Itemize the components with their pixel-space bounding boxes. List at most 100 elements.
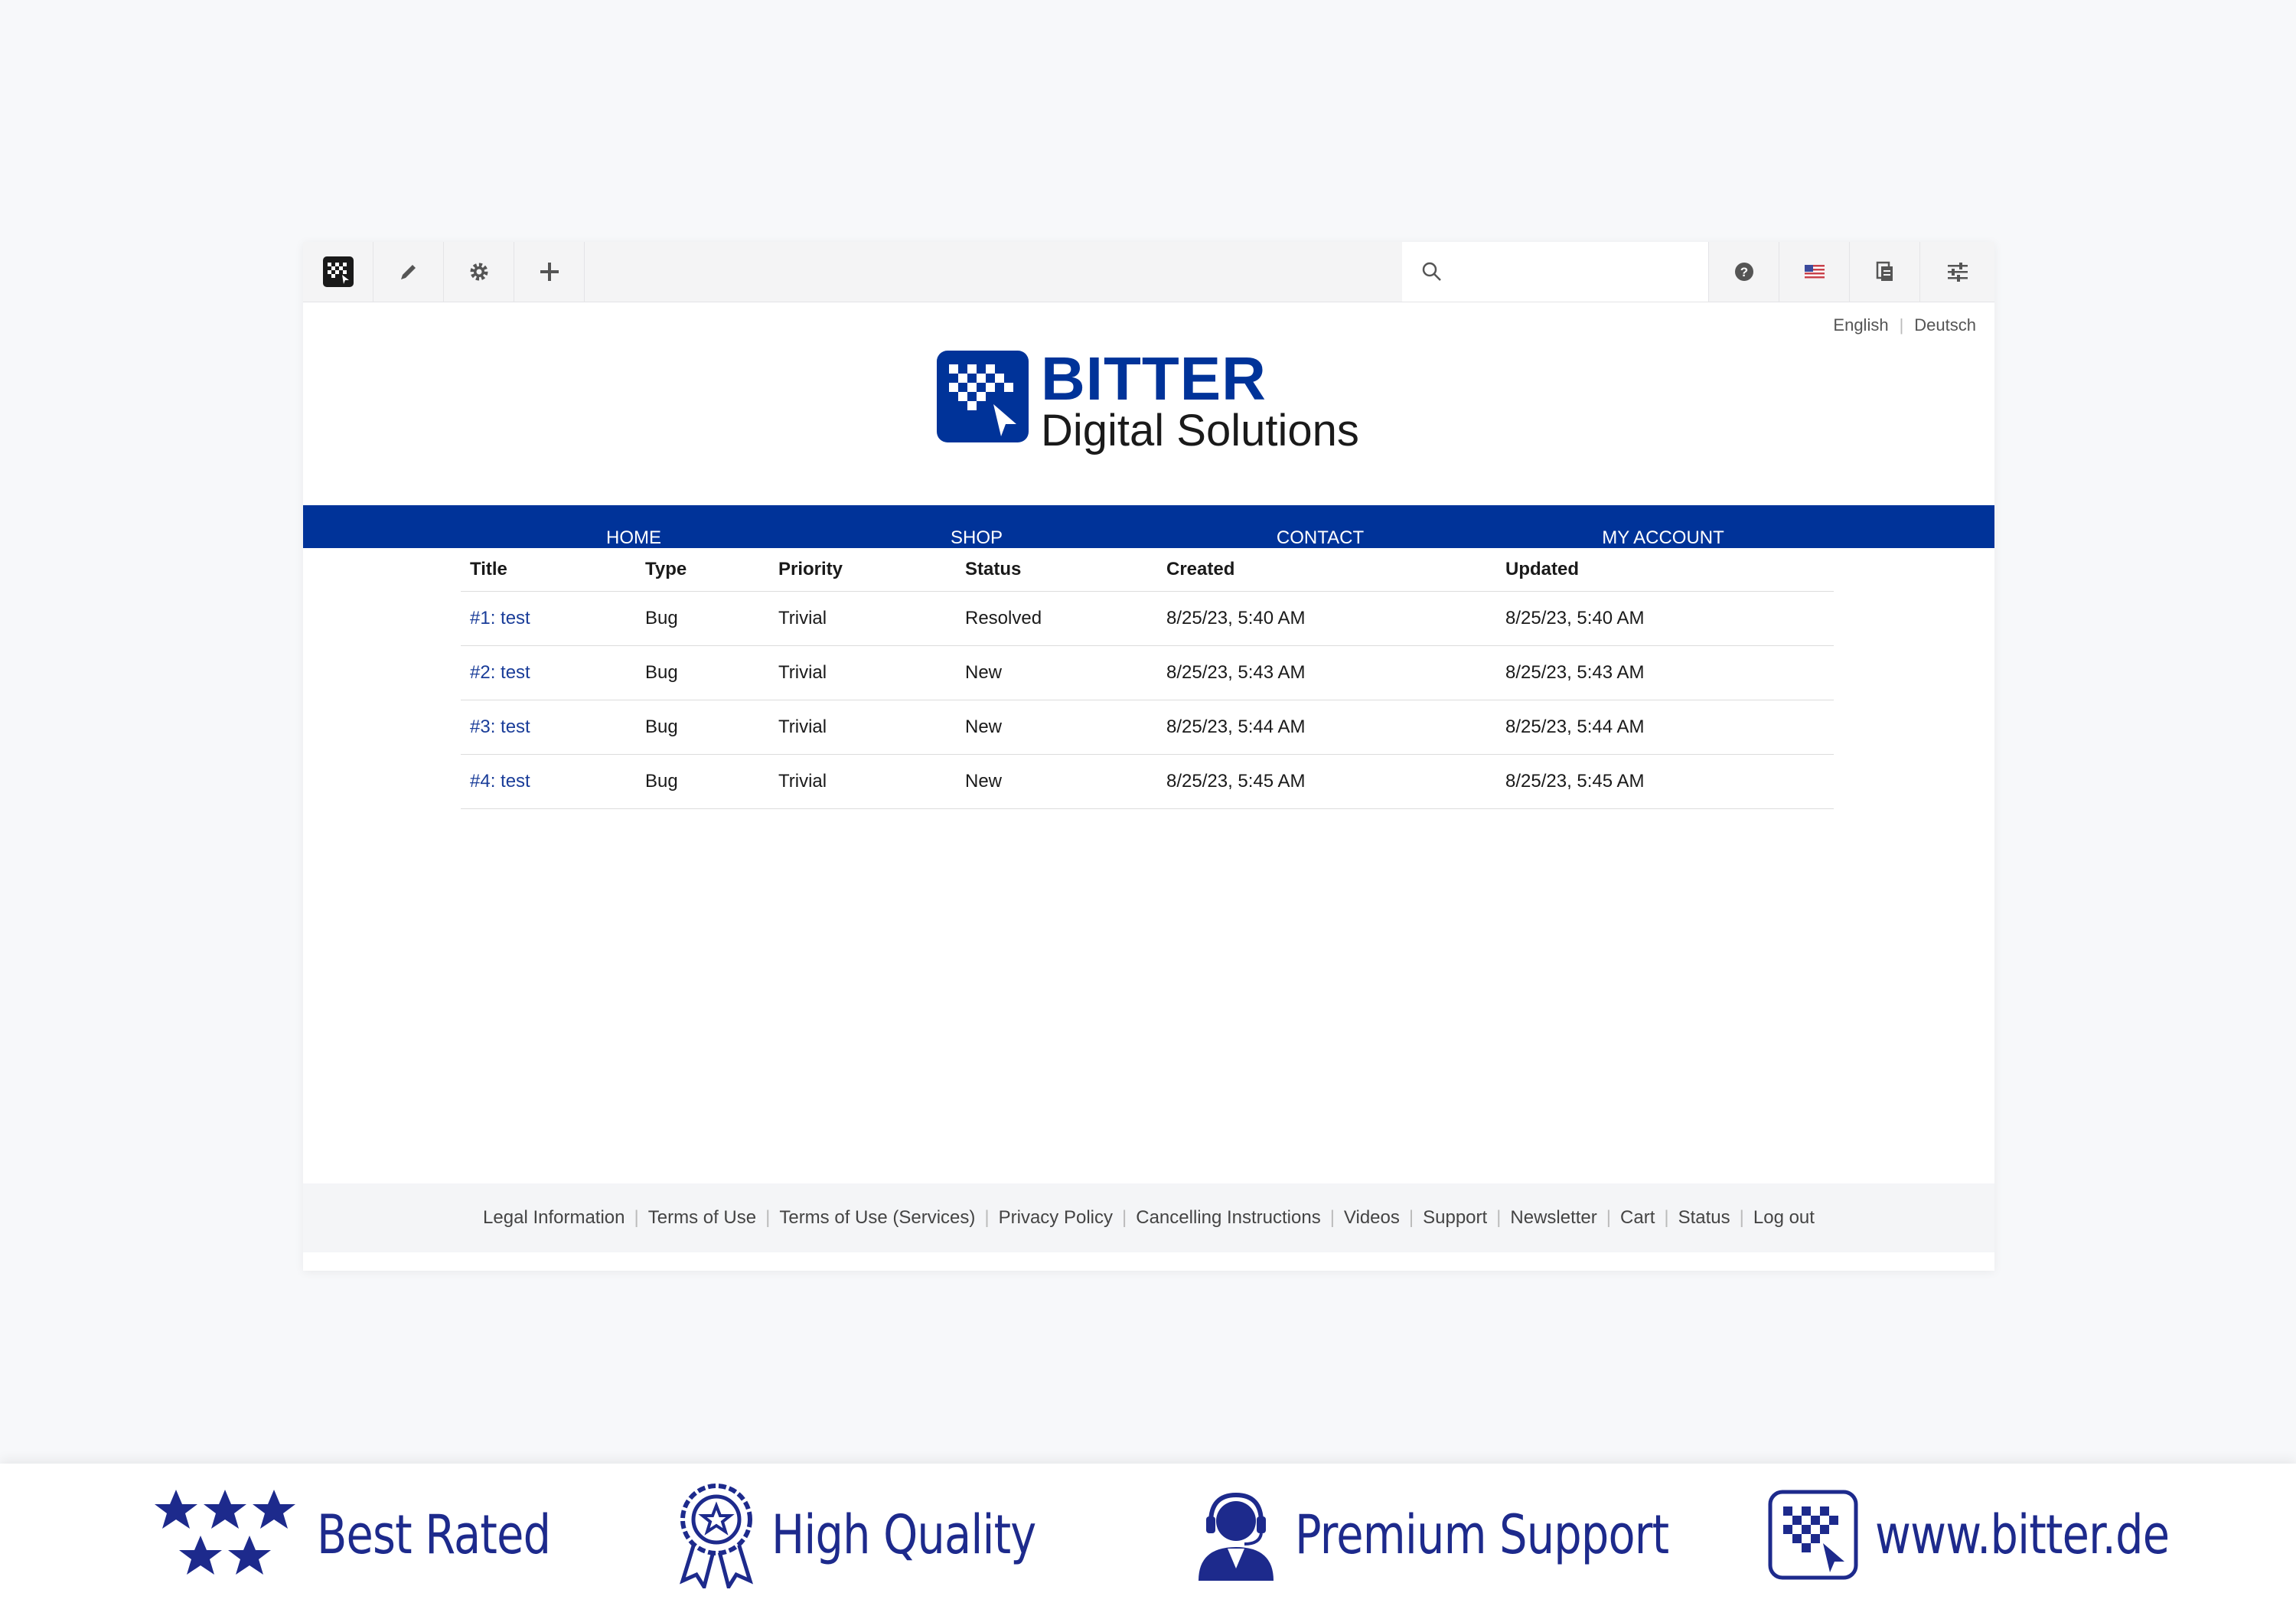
separator: | — [1899, 315, 1904, 335]
language-flag-button[interactable] — [1779, 242, 1849, 302]
language-deutsch-link[interactable]: Deutsch — [1914, 315, 1976, 335]
separator: | — [984, 1207, 990, 1228]
pencil-icon — [400, 265, 416, 279]
us-flag-icon — [1804, 265, 1825, 279]
badge-website[interactable]: www.bitter.de — [1768, 1464, 2234, 1606]
search-icon — [1422, 262, 1441, 281]
add-button[interactable] — [514, 242, 585, 302]
logo-subtitle: Digital Solutions — [1041, 406, 1359, 455]
footer-link-support[interactable]: Support — [1423, 1207, 1487, 1229]
admin-toolbar: ? — [303, 242, 1994, 302]
badge-label[interactable]: www.bitter.de — [1875, 1503, 2170, 1566]
ticket-type: Bug — [636, 754, 769, 809]
promo-banner: Best Rated High Quality Premium Support — [0, 1464, 2296, 1606]
separator: | — [1606, 1207, 1612, 1228]
nav-contact[interactable]: CONTACT — [1277, 528, 1364, 548]
footer-link-videos[interactable]: Videos — [1344, 1207, 1400, 1229]
column-header-priority[interactable]: Priority — [769, 548, 956, 592]
ticket-created: 8/25/23, 5:43 AM — [1157, 645, 1496, 700]
ticket-status: New — [956, 754, 1157, 809]
site-logo[interactable]: BITTER Digital Solutions — [937, 344, 1396, 456]
table-row: #3: test Bug Trivial New 8/25/23, 5:44 A… — [461, 700, 1834, 755]
column-header-created[interactable]: Created — [1157, 548, 1496, 592]
footer-link-cart[interactable]: Cart — [1620, 1207, 1655, 1229]
stars-icon — [155, 1490, 295, 1575]
ticket-priority: Trivial — [769, 591, 956, 646]
table-row: #1: test Bug Trivial Resolved 8/25/23, 5… — [461, 591, 1834, 646]
ticket-link[interactable]: #3: test — [470, 716, 530, 737]
ticket-priority: Trivial — [769, 700, 956, 755]
separator: | — [634, 1207, 639, 1228]
plus-icon — [540, 263, 559, 281]
column-header-status[interactable]: Status — [956, 548, 1157, 592]
site-footer: Legal Information | Terms of Use | Terms o… — [303, 1183, 1994, 1252]
bitter-logo-icon — [1768, 1490, 1858, 1580]
ticket-title-cell: #3: test — [461, 700, 636, 755]
pages-button[interactable] — [1849, 242, 1919, 302]
help-button[interactable]: ? — [1708, 242, 1779, 302]
ticket-updated: 8/25/23, 5:43 AM — [1496, 645, 1834, 700]
badge-label: High Quality — [771, 1503, 1036, 1566]
badge-label: Best Rated — [317, 1503, 551, 1566]
footer-link-log-out[interactable]: Log out — [1753, 1207, 1815, 1229]
footer-link-terms-of-use[interactable]: Terms of Use — [648, 1207, 756, 1229]
nav-my-account[interactable]: MY ACCOUNT — [1602, 528, 1724, 548]
edit-button[interactable] — [373, 242, 444, 302]
table-row: #4: test Bug Trivial New 8/25/23, 5:45 A… — [461, 754, 1834, 809]
document-icon — [1876, 261, 1893, 281]
award-ribbon-icon — [679, 1484, 754, 1588]
separator: | — [765, 1207, 771, 1228]
main-navigation: HOME SHOP CONTACT MY ACCOUNT — [303, 505, 1994, 548]
footer-link-legal-information[interactable]: Legal Information — [483, 1207, 625, 1229]
separator: | — [1122, 1207, 1127, 1228]
support-agent-icon — [1199, 1492, 1274, 1581]
table-row: #2: test Bug Trivial New 8/25/23, 5:43 A… — [461, 645, 1834, 700]
ticket-link[interactable]: #2: test — [470, 662, 530, 683]
column-header-title[interactable]: Title — [461, 548, 636, 592]
ticket-link[interactable]: #4: test — [470, 771, 530, 792]
separator: | — [1408, 1207, 1414, 1228]
badge-premium-support: Premium Support — [1194, 1464, 1750, 1606]
separator: | — [1496, 1207, 1502, 1228]
ticket-created: 8/25/23, 5:40 AM — [1157, 591, 1496, 646]
table-header-row: Title Type Priority Status Created Updat… — [461, 548, 1834, 592]
column-header-type[interactable]: Type — [636, 548, 769, 592]
footer-link-newsletter[interactable]: Newsletter — [1510, 1207, 1596, 1229]
footer-link-terms-of-use-services[interactable]: Terms of Use (Services) — [779, 1207, 975, 1229]
search-input[interactable] — [1454, 248, 1702, 295]
logo-title: BITTER — [1041, 344, 1267, 413]
footer-link-status[interactable]: Status — [1678, 1207, 1730, 1229]
separator: | — [1664, 1207, 1669, 1228]
app-logo-button[interactable] — [303, 242, 373, 302]
ticket-title-cell: #1: test — [461, 591, 636, 646]
browser-window: ? English | Deutsch BITTER Digital Solut… — [303, 242, 1994, 1271]
ticket-title-cell: #4: test — [461, 754, 636, 809]
separator: | — [1739, 1207, 1744, 1228]
footer-link-cancelling-instructions[interactable]: Cancelling Instructions — [1136, 1207, 1320, 1229]
bitter-logo-icon — [937, 351, 1029, 442]
ticket-priority: Trivial — [769, 754, 956, 809]
ticket-type: Bug — [636, 591, 769, 646]
ticket-updated: 8/25/23, 5:40 AM — [1496, 591, 1834, 646]
language-english-link[interactable]: English — [1833, 315, 1888, 335]
ticket-priority: Trivial — [769, 645, 956, 700]
gear-icon — [470, 263, 488, 281]
ticket-updated: 8/25/23, 5:44 AM — [1496, 700, 1834, 755]
ticket-status: Resolved — [956, 591, 1157, 646]
sliders-icon — [1947, 263, 1968, 282]
ticket-type: Bug — [636, 700, 769, 755]
app-logo-icon — [322, 256, 354, 287]
badge-best-rated: Best Rated — [150, 1464, 602, 1606]
ticket-link[interactable]: #1: test — [470, 608, 530, 628]
search-box — [1402, 242, 1708, 302]
ticket-created: 8/25/23, 5:45 AM — [1157, 754, 1496, 809]
ticket-updated: 8/25/23, 5:45 AM — [1496, 754, 1834, 809]
nav-home[interactable]: HOME — [606, 528, 661, 548]
footer-link-privacy-policy[interactable]: Privacy Policy — [999, 1207, 1113, 1229]
column-header-updated[interactable]: Updated — [1496, 548, 1834, 592]
settings-button[interactable] — [444, 242, 514, 302]
preferences-button[interactable] — [1919, 242, 1994, 302]
nav-shop[interactable]: SHOP — [951, 528, 1003, 548]
ticket-type: Bug — [636, 645, 769, 700]
ticket-created: 8/25/23, 5:44 AM — [1157, 700, 1496, 755]
